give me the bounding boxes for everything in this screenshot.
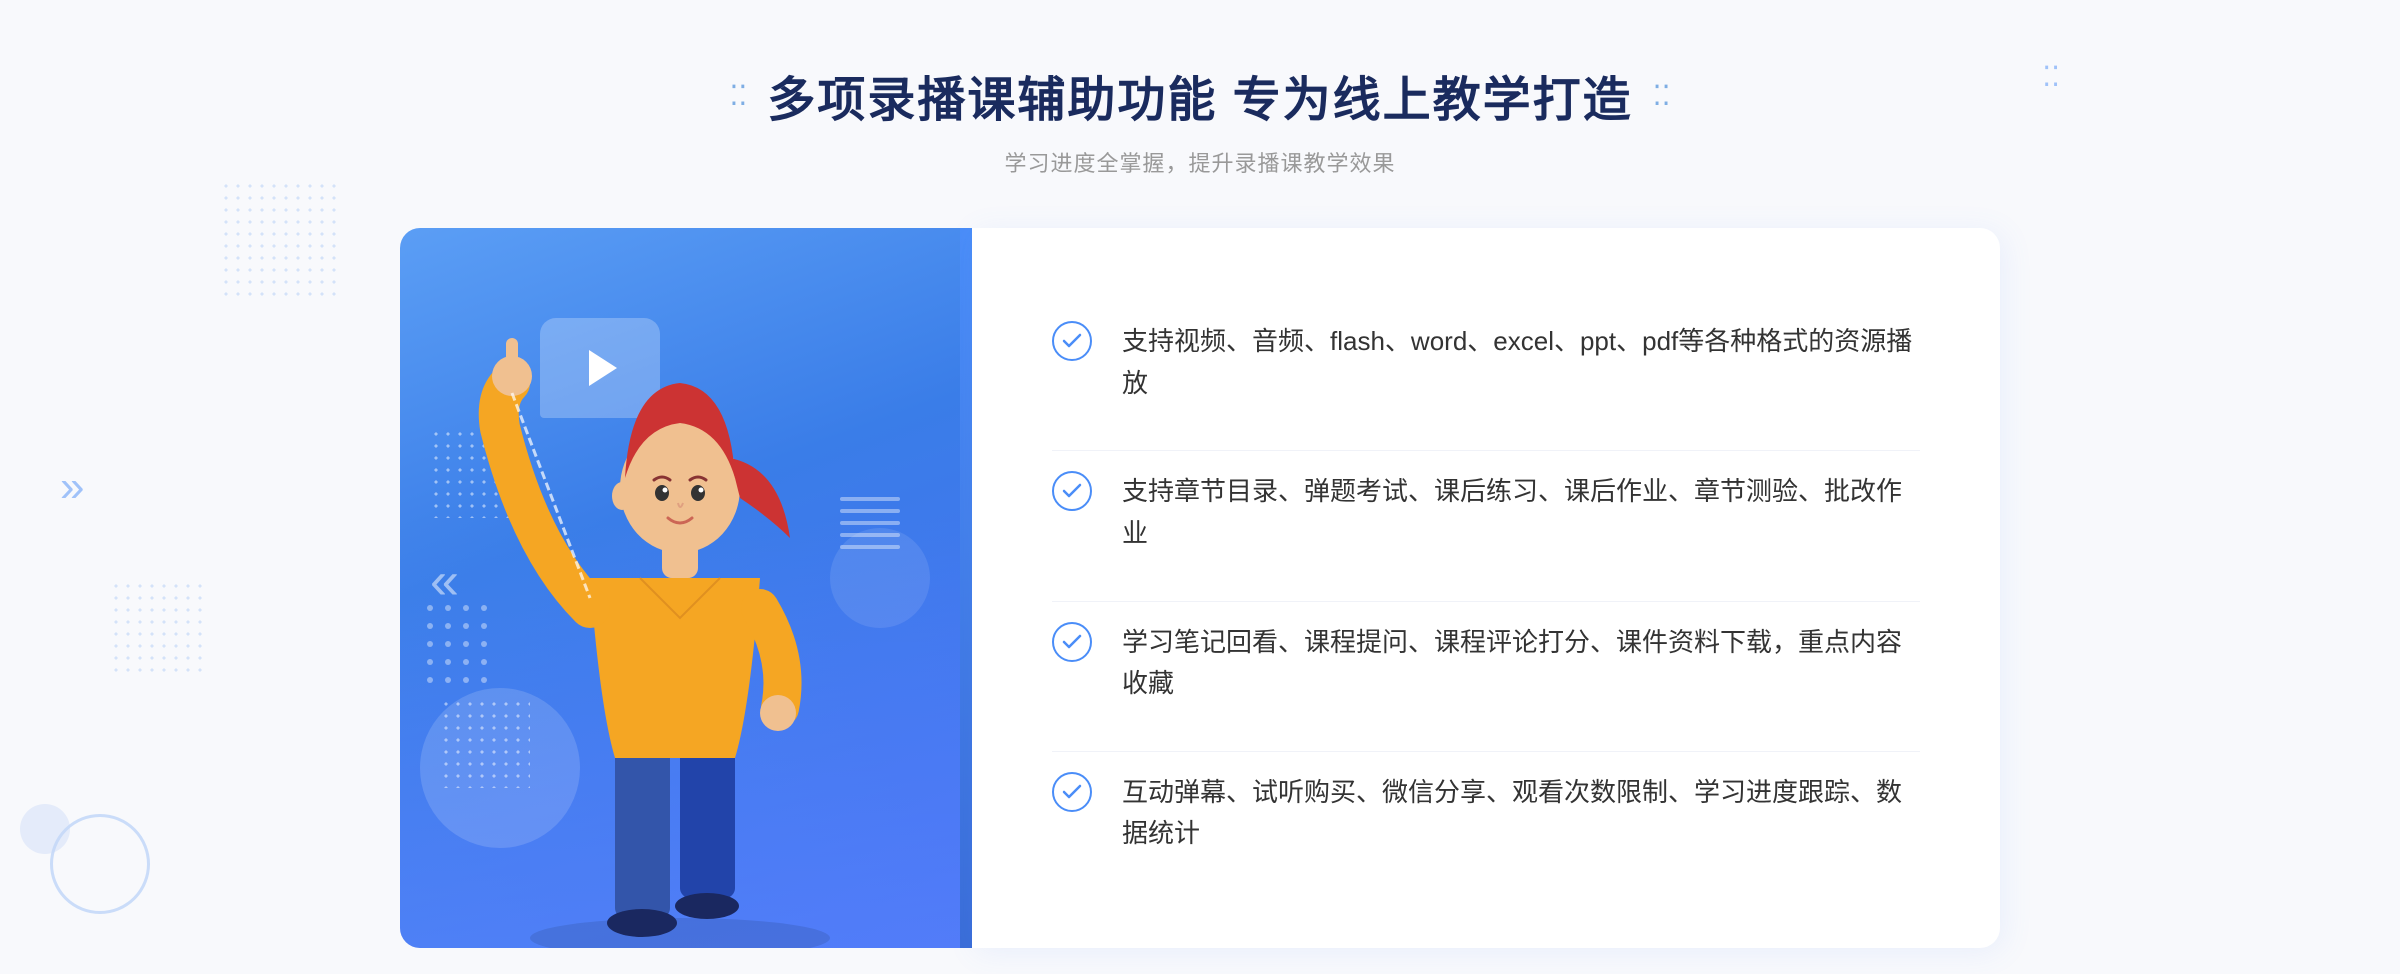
feature-text-4: 互动弹幕、试听购买、微信分享、观看次数限制、学习进度跟踪、数据统计 xyxy=(1122,772,1920,855)
check-svg-3 xyxy=(1060,630,1084,654)
page-wrapper: ⁚⁚ ⁚⁚ 多项录播课辅助功能 专为线上教学打造 ⁚⁚ 学习进度全掌握，提升录播… xyxy=(0,0,2400,974)
dots-decoration-top-left xyxy=(220,180,340,300)
title-row: ⁚⁚ 多项录播课辅助功能 专为线上教学打造 ⁚⁚ xyxy=(730,60,1671,130)
dots-decoration-bottom-left xyxy=(110,580,210,680)
feature-item-3: 学习笔记回看、课程提问、课程评论打分、课件资料下载，重点内容收藏 xyxy=(1052,601,1920,725)
check-svg-4 xyxy=(1060,780,1084,804)
feature-text-1: 支持视频、音频、flash、word、excel、ppt、pdf等各种格式的资源… xyxy=(1122,321,1920,404)
check-icon-4 xyxy=(1052,772,1092,812)
left-chevron-outer: » xyxy=(60,462,84,512)
dots-icon-right: ⁚⁚ xyxy=(2042,60,2060,93)
main-content: « 支持视频、音频、flash、word、excel、ppt、pdf等各种格式的… xyxy=(400,228,2000,948)
check-icon-1 xyxy=(1052,321,1092,361)
deco-small-circle xyxy=(20,804,70,854)
page-subtitle: 学习进度全掌握，提升录播课教学效果 xyxy=(730,146,1671,178)
page-header: ⁚⁚ 多项录播课辅助功能 专为线上教学打造 ⁚⁚ 学习进度全掌握，提升录播课教学… xyxy=(730,60,1671,178)
feature-text-2: 支持章节目录、弹题考试、课后练习、课后作业、章节测验、批改作业 xyxy=(1122,471,1920,554)
svg-text:«: « xyxy=(430,552,459,610)
dots-icon-right-title: ⁚⁚ xyxy=(1653,79,1671,112)
dots-icon-left: ⁚⁚ xyxy=(730,79,748,112)
feature-item-1: 支持视频、音频、flash、word、excel、ppt、pdf等各种格式的资源… xyxy=(1052,301,1920,424)
check-icon-3 xyxy=(1052,622,1092,662)
page-title: 多项录播课辅助功能 专为线上教学打造 xyxy=(767,60,1632,130)
feature-item-2: 支持章节目录、弹题考试、课后练习、课后作业、章节测验、批改作业 xyxy=(1052,450,1920,574)
check-svg-2 xyxy=(1060,479,1084,503)
feature-item-4: 互动弹幕、试听购买、微信分享、观看次数限制、学习进度跟踪、数据统计 xyxy=(1052,751,1920,875)
left-illustration-card: « xyxy=(400,228,960,948)
feature-text-3: 学习笔记回看、课程提问、课程评论打分、课件资料下载，重点内容收藏 xyxy=(1122,622,1920,705)
person-illustration: « xyxy=(400,228,960,948)
right-features-card: 支持视频、音频、flash、word、excel、ppt、pdf等各种格式的资源… xyxy=(972,228,2000,948)
vertical-separator xyxy=(960,228,972,948)
check-svg-1 xyxy=(1060,329,1084,353)
check-icon-2 xyxy=(1052,471,1092,511)
